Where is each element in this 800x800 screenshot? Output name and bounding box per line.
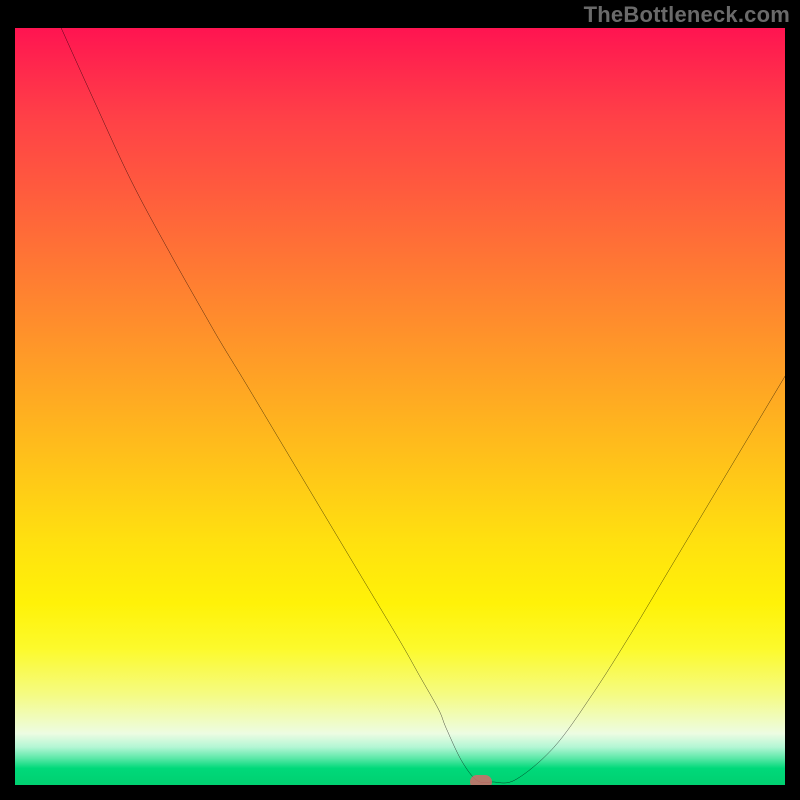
watermark-text: TheBottleneck.com [584,2,790,28]
chart-container: TheBottleneck.com [0,0,800,800]
bottleneck-curve [15,28,785,785]
optimal-point-marker [470,775,492,785]
plot-area [15,28,785,785]
curve-path [61,28,785,783]
